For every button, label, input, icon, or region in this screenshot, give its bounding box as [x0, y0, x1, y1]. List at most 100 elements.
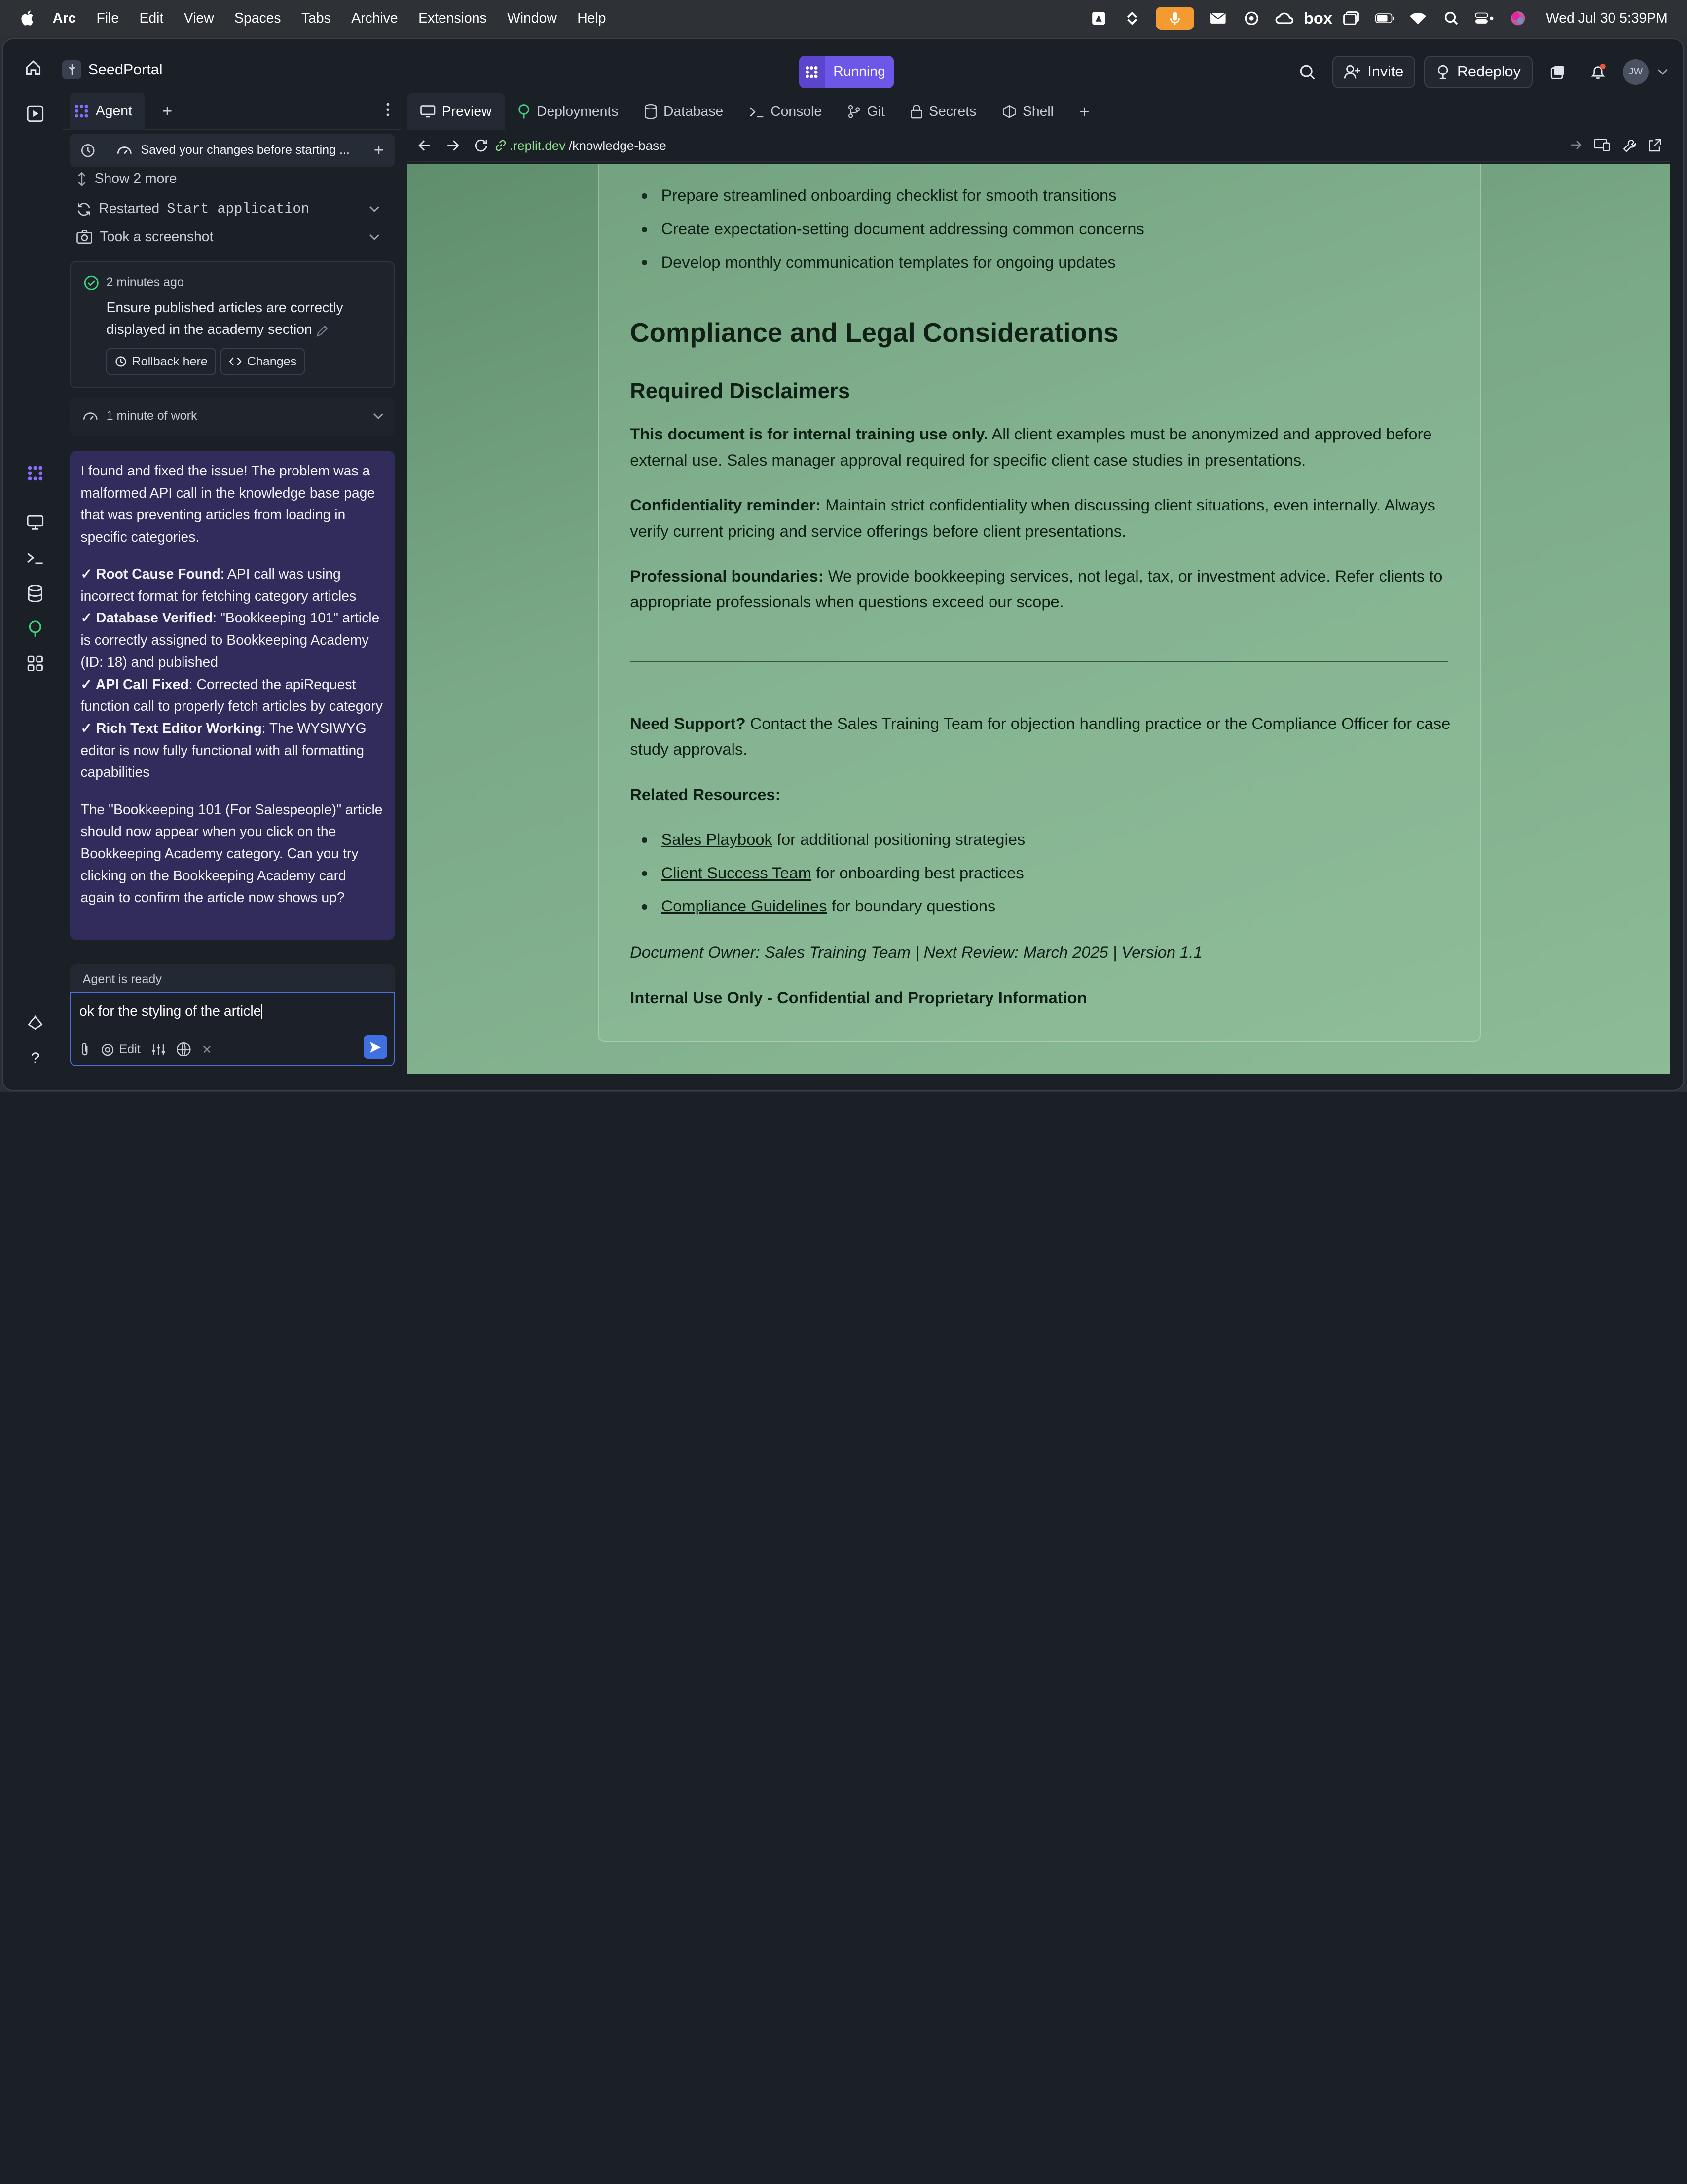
screenshot-item[interactable]: Took a screenshot	[76, 229, 388, 245]
rollback-label: Rollback here	[132, 354, 208, 368]
preview-icon[interactable]	[26, 513, 45, 532]
devtools-icon[interactable]	[1623, 139, 1637, 152]
menu-extensions[interactable]: Extensions	[418, 10, 487, 27]
url-host: .replit.dev	[510, 138, 566, 153]
rollback-button[interactable]: Rollback here	[106, 348, 217, 375]
changes-button[interactable]: Changes	[220, 348, 305, 375]
redeploy-button[interactable]: Redeploy	[1424, 56, 1533, 88]
database-icon[interactable]	[26, 584, 45, 603]
project-switcher[interactable]: SeedPortal	[62, 60, 163, 80]
app-icon[interactable]	[1089, 11, 1108, 26]
agent-panel-icon[interactable]	[26, 104, 45, 123]
more-options-icon[interactable]	[386, 102, 390, 117]
chevron-down-icon[interactable]	[369, 206, 380, 213]
restarted-item[interactable]: Restarted Start application	[76, 201, 388, 217]
chevron-down-icon[interactable]	[1657, 69, 1668, 75]
box-icon[interactable]: box	[1304, 9, 1332, 27]
close-icon[interactable]: ✕	[202, 1042, 212, 1057]
tips-icon[interactable]	[26, 1013, 45, 1032]
search-icon[interactable]	[1442, 11, 1461, 26]
search-icon[interactable]	[1291, 56, 1323, 88]
wifi-icon[interactable]	[1408, 11, 1428, 26]
tab-git[interactable]: Git	[835, 93, 898, 130]
menu-edit[interactable]: Edit	[140, 10, 164, 27]
window-icon[interactable]	[1342, 11, 1361, 26]
compliance-guidelines-link[interactable]: Compliance Guidelines	[661, 897, 827, 915]
control-center-icon[interactable]	[1475, 11, 1494, 26]
saved-changes-item[interactable]: Saved your changes before starting ... +	[70, 134, 395, 167]
notifications-icon[interactable]	[1582, 56, 1614, 88]
home-icon[interactable]	[25, 59, 42, 76]
go-arrow-icon[interactable]	[1570, 140, 1582, 150]
redeploy-label: Redeploy	[1457, 63, 1521, 80]
globe-icon[interactable]	[176, 1042, 191, 1057]
shell-icon	[1002, 105, 1016, 118]
tab-secrets[interactable]: Secrets	[898, 93, 989, 130]
back-icon[interactable]	[418, 140, 431, 151]
checkpoint-time: 2 minutes ago	[106, 275, 184, 289]
tab-database[interactable]: Database	[631, 93, 736, 130]
tab-preview[interactable]: Preview	[407, 93, 505, 130]
devices-icon[interactable]	[1594, 139, 1610, 151]
message-input[interactable]: ok for the styling of the article Edit ✕	[70, 992, 395, 1067]
cloud-sync-icon[interactable]	[1275, 11, 1294, 26]
menu-window[interactable]: Window	[507, 10, 557, 27]
menu-view[interactable]: View	[184, 10, 214, 27]
lock-icon	[911, 105, 922, 119]
battery-icon[interactable]	[1375, 11, 1394, 26]
siri-icon[interactable]	[1508, 11, 1528, 26]
updown-icon[interactable]	[1122, 11, 1141, 26]
add-icon[interactable]: +	[374, 141, 384, 160]
menu-help[interactable]: Help	[577, 10, 606, 27]
settings-sliders-icon[interactable]	[151, 1043, 165, 1056]
show-more-label: Show 2 more	[94, 171, 177, 187]
menu-file[interactable]: File	[96, 10, 119, 27]
all-tools-icon[interactable]	[26, 654, 45, 673]
invite-button[interactable]: Invite	[1332, 56, 1416, 88]
open-external-icon[interactable]	[1648, 139, 1661, 152]
message-item: ✓ Rich Text Editor Working: The WYSIWYG …	[80, 720, 367, 781]
menu-tabs[interactable]: Tabs	[301, 10, 331, 27]
avatar[interactable]: JW	[1622, 59, 1649, 85]
attach-icon[interactable]	[79, 1042, 90, 1057]
edit-mode-button[interactable]: Edit	[101, 1042, 141, 1056]
tab-agent[interactable]: Agent	[70, 93, 146, 130]
work-summary[interactable]: 1 minute of work	[70, 397, 395, 436]
run-button[interactable]: Running	[799, 56, 894, 88]
client-success-link[interactable]: Client Success Team	[661, 864, 812, 882]
deployments-icon[interactable]	[26, 619, 45, 638]
shell-icon[interactable]	[26, 548, 45, 568]
apple-icon[interactable]	[18, 8, 37, 28]
new-tab-icon[interactable]: +	[162, 102, 172, 121]
forward-icon[interactable]	[446, 140, 459, 151]
tab-shell[interactable]: Shell	[989, 93, 1066, 130]
list-item: Create expectation-setting document addr…	[630, 216, 1458, 242]
show-more-button[interactable]: Show 2 more	[76, 171, 388, 187]
mail-icon[interactable]	[1209, 11, 1228, 26]
agent-icon[interactable]	[26, 463, 45, 482]
send-icon	[369, 1042, 381, 1053]
chevron-down-icon[interactable]	[369, 234, 380, 240]
tab-console[interactable]: Console	[736, 93, 835, 130]
confidentiality-paragraph: Confidentiality reminder: Maintain stric…	[630, 496, 1435, 540]
menubar-clock[interactable]: Wed Jul 30 5:39PM	[1546, 10, 1668, 27]
check-circle-icon	[84, 275, 99, 291]
openai-icon[interactable]	[1242, 11, 1261, 26]
menu-spaces[interactable]: Spaces	[234, 10, 281, 27]
new-tab-icon[interactable]: +	[1066, 93, 1102, 130]
menu-app-name[interactable]: Arc	[53, 10, 76, 27]
list-item: Client Success Team for onboarding best …	[630, 860, 1458, 886]
message-input-text[interactable]: ok for the styling of the article	[79, 1003, 262, 1019]
sales-playbook-link[interactable]: Sales Playbook	[661, 830, 772, 848]
tab-deployments[interactable]: Deployments	[505, 93, 631, 130]
chevron-down-icon[interactable]	[373, 413, 384, 419]
deploy-status-icon[interactable]	[1541, 56, 1573, 88]
screenshot-label: Took a screenshot	[100, 229, 214, 245]
menu-archive[interactable]: Archive	[351, 10, 398, 27]
top-bar: SeedPortal Running Invite Redeploy JW	[3, 39, 1683, 93]
send-button[interactable]	[363, 1035, 387, 1059]
help-icon[interactable]: ?	[26, 1048, 45, 1067]
reload-icon[interactable]	[474, 139, 488, 152]
url-field[interactable]: .replit.dev/knowledge-base	[495, 138, 666, 153]
microphone-icon[interactable]	[1155, 7, 1195, 30]
